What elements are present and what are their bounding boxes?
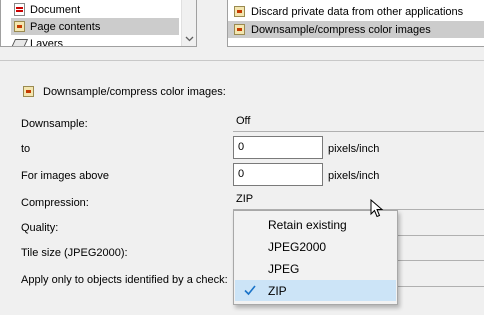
tree-scrollbar[interactable] bbox=[181, 0, 196, 46]
dropdown-option-zip[interactable]: ZIP bbox=[235, 280, 396, 301]
above-label: For images above bbox=[21, 170, 110, 182]
fixup-icon bbox=[233, 23, 246, 36]
list-item-label: Discard private data from other applicat… bbox=[251, 5, 464, 18]
above-resolution-input[interactable]: 0 bbox=[233, 163, 323, 186]
chevron-down-icon[interactable] bbox=[182, 31, 196, 46]
dropdown-option-label: ZIP bbox=[268, 283, 287, 298]
layers-icon bbox=[10, 37, 29, 46]
fixup-list[interactable]: Discard private data from other applicat… bbox=[227, 0, 484, 47]
divider bbox=[0, 60, 484, 61]
list-item-discard-private-data[interactable]: Discard private data from other applicat… bbox=[228, 3, 484, 20]
fixup-icon bbox=[22, 85, 35, 98]
compression-label: Compression: bbox=[21, 197, 89, 209]
list-item-downsample-color[interactable]: Downsample/compress color images bbox=[228, 21, 484, 38]
above-unit-label: pixels/inch bbox=[328, 170, 380, 182]
document-icon bbox=[13, 3, 26, 16]
tree-item-document[interactable]: Document bbox=[11, 1, 179, 18]
tree-item-label: Layers bbox=[30, 37, 64, 47]
to-label: to bbox=[21, 143, 31, 155]
quality-label: Quality: bbox=[21, 222, 59, 234]
page-contents-icon bbox=[13, 20, 26, 33]
to-unit-label: pixels/inch bbox=[328, 143, 380, 155]
compression-select[interactable]: ZIP bbox=[233, 191, 484, 210]
category-tree[interactable]: Document Page contents Layers bbox=[0, 0, 197, 47]
downsample-label: Downsample: bbox=[21, 118, 88, 130]
checkmark-icon bbox=[244, 285, 256, 296]
downsample-select[interactable]: Off bbox=[233, 113, 484, 132]
tile-size-label: Tile size (JPEG2000): bbox=[21, 247, 128, 259]
dropdown-option-jpeg[interactable]: JPEG bbox=[235, 258, 396, 279]
tree-item-layers[interactable]: Layers bbox=[10, 35, 179, 47]
to-resolution-input[interactable]: 0 bbox=[233, 136, 323, 159]
tree-item-page-contents[interactable]: Page contents bbox=[11, 18, 179, 35]
compression-dropdown-menu[interactable]: Retain existing JPEG2000 JPEG ZIP bbox=[233, 210, 398, 305]
apply-only-label: Apply only to objects identified by a ch… bbox=[21, 274, 228, 286]
section-title: Downsample/compress color images: bbox=[43, 85, 226, 98]
dropdown-option-jpeg2000[interactable]: JPEG2000 bbox=[235, 236, 396, 257]
fixup-icon bbox=[233, 5, 246, 18]
tree-item-label: Page contents bbox=[30, 20, 101, 33]
mouse-pointer-icon bbox=[370, 199, 384, 218]
tree-item-label: Document bbox=[30, 3, 81, 16]
list-item-label: Downsample/compress color images bbox=[251, 23, 431, 36]
section-header: Downsample/compress color images: bbox=[22, 85, 226, 98]
